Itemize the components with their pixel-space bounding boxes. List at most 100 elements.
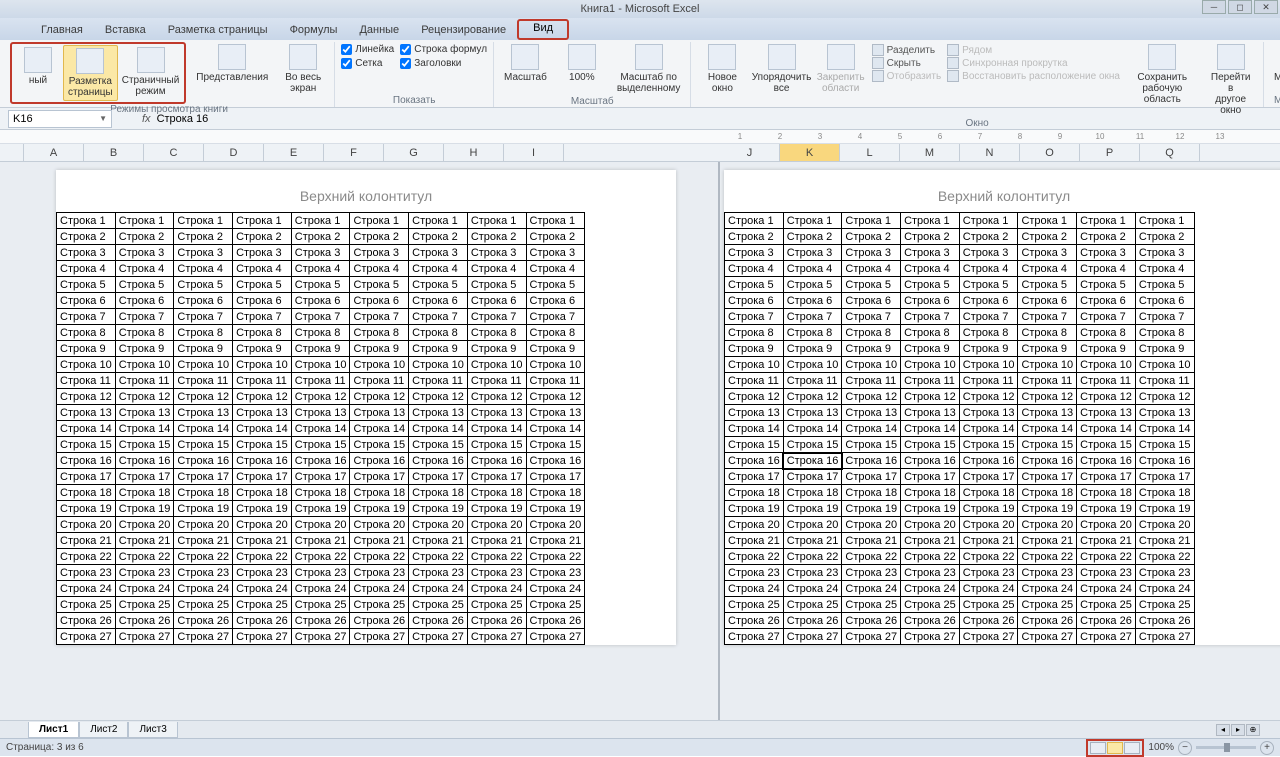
cell[interactable]: Строка 15 (1018, 437, 1077, 453)
cell[interactable]: Строка 19 (901, 501, 960, 517)
tab-Рецензирование[interactable]: Рецензирование (410, 20, 517, 40)
cell[interactable]: Строка 8 (783, 325, 842, 341)
cell[interactable]: Строка 17 (409, 469, 468, 485)
cell[interactable]: Строка 20 (1018, 517, 1077, 533)
chk-ruler[interactable]: Линейка (341, 44, 394, 55)
cell[interactable]: Строка 21 (526, 533, 585, 549)
cell[interactable]: Строка 9 (901, 341, 960, 357)
cell[interactable]: Строка 25 (783, 597, 842, 613)
zoom-pct[interactable]: 100% (1148, 742, 1174, 753)
cell[interactable]: Строка 26 (526, 613, 585, 629)
cell[interactable]: Строка 12 (409, 389, 468, 405)
cell[interactable]: Строка 6 (233, 293, 292, 309)
cell[interactable]: Строка 9 (409, 341, 468, 357)
cell[interactable]: Строка 19 (233, 501, 292, 517)
cell[interactable]: Строка 6 (409, 293, 468, 309)
cell[interactable]: Строка 13 (291, 405, 350, 421)
tab-Вид[interactable]: Вид (517, 19, 569, 40)
zoom-sel-btn[interactable]: Масштаб по выделенному (613, 42, 685, 96)
tab-Разметка страницы[interactable]: Разметка страницы (157, 20, 279, 40)
split-btn[interactable]: Разделить (872, 44, 942, 56)
cell[interactable]: Строка 8 (1018, 325, 1077, 341)
cell[interactable]: Строка 27 (115, 629, 174, 645)
cell[interactable]: Строка 15 (1135, 437, 1194, 453)
cell[interactable]: Строка 25 (57, 597, 116, 613)
sheet-Лист3[interactable]: Лист3 (128, 722, 177, 738)
cell[interactable]: Строка 18 (1018, 485, 1077, 501)
freeze-btn[interactable]: Закрепить области (816, 42, 866, 96)
cell[interactable]: Строка 5 (409, 277, 468, 293)
cell[interactable]: Строка 13 (1077, 405, 1136, 421)
cell[interactable]: Строка 6 (115, 293, 174, 309)
cell[interactable]: Строка 26 (467, 613, 526, 629)
cell[interactable]: Строка 19 (409, 501, 468, 517)
cell[interactable]: Строка 21 (783, 533, 842, 549)
cell[interactable]: Строка 15 (233, 437, 292, 453)
cell[interactable]: Строка 12 (901, 389, 960, 405)
cell[interactable]: Строка 17 (350, 469, 409, 485)
view-page-layout-icon[interactable] (1107, 742, 1123, 754)
cell[interactable]: Строка 25 (1135, 597, 1194, 613)
cell[interactable]: Строка 18 (901, 485, 960, 501)
save-workspace-btn[interactable]: Сохранить рабочую область (1126, 42, 1199, 107)
cell[interactable]: Строка 23 (409, 565, 468, 581)
cell[interactable]: Строка 13 (526, 405, 585, 421)
cell[interactable]: Строка 26 (350, 613, 409, 629)
cell[interactable]: Строка 15 (1077, 437, 1136, 453)
arrange-btn[interactable]: Упорядочить все (753, 42, 809, 96)
cell[interactable]: Строка 2 (291, 229, 350, 245)
view-normal-icon[interactable] (1090, 742, 1106, 754)
cell[interactable]: Строка 25 (409, 597, 468, 613)
cell[interactable]: Строка 23 (57, 565, 116, 581)
cell[interactable]: Строка 7 (467, 309, 526, 325)
hide-btn[interactable]: Скрыть (872, 57, 942, 69)
cell[interactable]: Строка 3 (526, 245, 585, 261)
cell[interactable]: Строка 24 (233, 581, 292, 597)
view-page-break-icon[interactable] (1124, 742, 1140, 754)
cell[interactable]: Строка 27 (783, 629, 842, 645)
col-Q[interactable]: Q (1140, 144, 1200, 161)
cell[interactable]: Строка 3 (901, 245, 960, 261)
cell[interactable]: Строка 21 (409, 533, 468, 549)
cell[interactable]: Строка 19 (291, 501, 350, 517)
formula-value[interactable]: Строка 16 (157, 113, 209, 125)
cell[interactable]: Строка 20 (174, 517, 233, 533)
cell[interactable]: Строка 17 (901, 469, 960, 485)
cell[interactable]: Строка 5 (783, 277, 842, 293)
cell[interactable]: Строка 18 (1077, 485, 1136, 501)
cell[interactable]: Строка 12 (57, 389, 116, 405)
cell[interactable]: Строка 23 (233, 565, 292, 581)
cell[interactable]: Строка 6 (1018, 293, 1077, 309)
cell[interactable]: Строка 22 (350, 549, 409, 565)
cell[interactable]: Строка 6 (174, 293, 233, 309)
cell[interactable]: Строка 20 (1135, 517, 1194, 533)
cell[interactable]: Строка 14 (57, 421, 116, 437)
cell[interactable]: Строка 1 (783, 213, 842, 229)
pane-left[interactable]: Верхний колонтитул Строка 1Строка 1Строк… (0, 162, 720, 720)
cell[interactable]: Строка 27 (1077, 629, 1136, 645)
cell[interactable]: Строка 16 (901, 453, 960, 469)
cell[interactable]: Строка 9 (467, 341, 526, 357)
cell[interactable]: Строка 26 (291, 613, 350, 629)
cell[interactable]: Строка 10 (350, 357, 409, 373)
zoom-out-icon[interactable]: − (1178, 741, 1192, 755)
cell[interactable]: Строка 6 (291, 293, 350, 309)
cell[interactable]: Строка 1 (174, 213, 233, 229)
cell[interactable]: Строка 4 (115, 261, 174, 277)
cell[interactable]: Строка 20 (291, 517, 350, 533)
cell[interactable]: Строка 21 (467, 533, 526, 549)
cell[interactable]: Строка 2 (1135, 229, 1194, 245)
cell[interactable]: Строка 2 (409, 229, 468, 245)
cell[interactable]: Строка 22 (115, 549, 174, 565)
cell[interactable]: Строка 22 (783, 549, 842, 565)
col-P[interactable]: P (1080, 144, 1140, 161)
cell[interactable]: Строка 24 (526, 581, 585, 597)
cell[interactable]: Строка 5 (842, 277, 901, 293)
cell[interactable]: Строка 3 (725, 245, 784, 261)
cell[interactable]: Строка 5 (467, 277, 526, 293)
close-btn[interactable]: ✕ (1254, 0, 1278, 14)
cell[interactable]: Строка 11 (174, 373, 233, 389)
cell[interactable]: Строка 19 (115, 501, 174, 517)
cell[interactable]: Строка 10 (291, 357, 350, 373)
cell[interactable]: Строка 6 (842, 293, 901, 309)
